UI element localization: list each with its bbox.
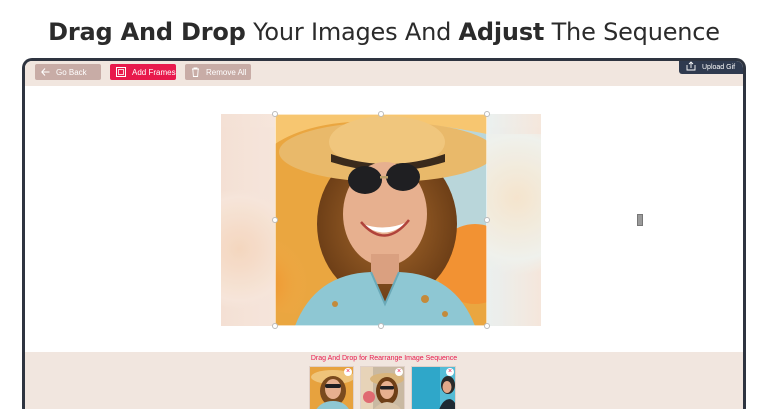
resize-handle-top-left[interactable] xyxy=(272,111,278,117)
resize-handle-left[interactable] xyxy=(272,217,278,223)
go-back-button[interactable]: Go Back xyxy=(35,64,101,80)
frame-sequence-strip: Drag And Drop for Rearrange Image Sequen… xyxy=(25,352,743,409)
sequence-instruction: Drag And Drop for Rearrange Image Sequen… xyxy=(310,355,458,362)
trash-icon xyxy=(191,67,200,77)
upload-icon xyxy=(686,61,696,73)
upload-gif-button[interactable]: Upload Gif xyxy=(679,61,743,74)
headline-part-2: Your Images And xyxy=(245,18,459,46)
page-headline: Drag And Drop Your Images And Adjust The… xyxy=(0,18,768,46)
upload-gif-label: Upload Gif xyxy=(702,63,736,71)
remove-all-button[interactable]: Remove All xyxy=(185,64,251,80)
editor-canvas[interactable] xyxy=(25,86,743,354)
add-frames-label: Add Frames xyxy=(132,67,176,77)
add-frames-button[interactable]: Add Frames xyxy=(110,64,176,80)
headline-part-1: Drag And Drop xyxy=(48,18,246,46)
toolbar: Go Back Add Frames Remove All Upload Gif xyxy=(25,61,743,86)
arrow-left-icon xyxy=(41,68,50,76)
go-back-label: Go Back xyxy=(56,67,87,77)
remove-frame-button[interactable]: × xyxy=(446,368,454,376)
resize-handle-bottom[interactable] xyxy=(378,323,384,329)
remove-frame-button[interactable]: × xyxy=(395,368,403,376)
frame-thumbnail[interactable]: × xyxy=(360,366,405,409)
resize-handle-right[interactable] xyxy=(484,217,490,223)
app-window: Go Back Add Frames Remove All Upload Gif xyxy=(22,58,746,409)
selection-border xyxy=(275,114,487,326)
resize-handle-top[interactable] xyxy=(378,111,384,117)
remove-frame-button[interactable]: × xyxy=(344,368,352,376)
resize-handle-bottom-left[interactable] xyxy=(272,323,278,329)
resize-handle-top-right[interactable] xyxy=(484,111,490,117)
frame-thumbnail[interactable]: × xyxy=(411,366,456,409)
frame-thumbnail[interactable]: × xyxy=(309,366,354,409)
headline-part-4: The Sequence xyxy=(544,18,720,46)
resize-handle-bottom-right[interactable] xyxy=(484,323,490,329)
scroll-handle[interactable] xyxy=(637,214,643,226)
remove-all-label: Remove All xyxy=(206,67,247,77)
frame-icon xyxy=(116,67,126,77)
headline-part-3: Adjust xyxy=(458,18,545,46)
